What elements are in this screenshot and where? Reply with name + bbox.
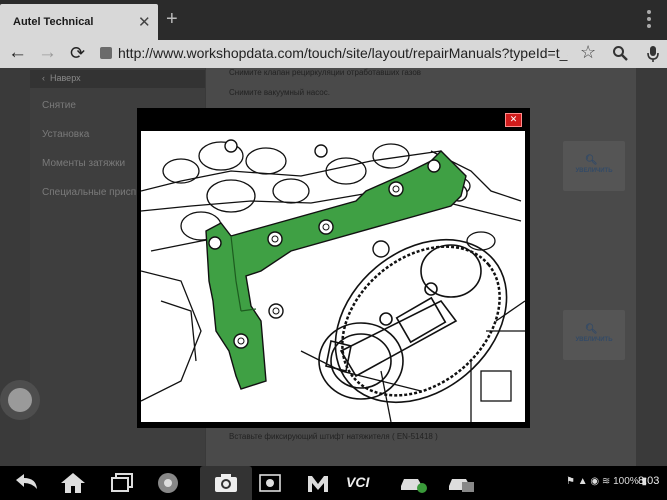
microphone-icon[interactable]	[646, 45, 660, 63]
sidebar-item-torque[interactable]: Моменты затяжки	[42, 158, 125, 169]
camera-icon	[215, 474, 237, 492]
back-arrow-icon[interactable]: ←	[8, 42, 27, 64]
zoom-button[interactable]: 🔍︎ УВЕЛИЧИТЬ	[563, 310, 625, 360]
android-nav-bar: VCI ⚑ ▲ ◉ ≋ 100% ▮ 8:03	[0, 466, 667, 500]
instruction-line: Снимите клапан рециркуляции отработавших…	[229, 68, 422, 77]
timing-tool-diagram	[141, 131, 525, 422]
engine-illustration	[141, 131, 525, 422]
clock: 8:03	[638, 475, 660, 487]
back-label: ‹ Наверх	[42, 73, 81, 83]
instruction-line: Вставьте фиксирующий штифт натяжителя ( …	[229, 432, 438, 441]
overflow-menu-icon[interactable]	[646, 10, 652, 30]
vci-icon[interactable]: VCI	[346, 474, 369, 490]
magnifier-icon: 🔍︎	[585, 324, 598, 335]
magnifier-icon: 🔍︎	[585, 155, 598, 166]
browser-tab[interactable]: Autel Technical ✕	[0, 4, 158, 40]
sidebar-item-special-tools[interactable]: Специальные присп	[42, 187, 136, 198]
reload-icon[interactable]: ⟳	[70, 42, 85, 64]
chrome-icon[interactable]	[156, 472, 180, 494]
back-icon[interactable]	[14, 472, 40, 492]
url-input[interactable]: http://www.workshopdata.com/touch/site/l…	[118, 45, 568, 61]
site-icon	[100, 47, 112, 59]
screenshot-button[interactable]	[200, 466, 252, 500]
home-icon[interactable]	[60, 472, 86, 494]
tab-close-button[interactable]: ✕	[138, 13, 151, 31]
zoom-label: УВЕЛИЧИТЬ	[575, 337, 613, 343]
image-modal: ✕	[137, 108, 530, 428]
sidebar-back-button[interactable]: ‹ Наверх	[30, 70, 205, 88]
data-logging-car-icon[interactable]	[446, 472, 476, 494]
sidebar-item-installation[interactable]: Установка	[42, 129, 89, 140]
modal-close-button[interactable]: ✕	[505, 113, 522, 127]
zoom-label: УВЕЛИЧИТЬ	[575, 168, 613, 174]
search-icon[interactable]	[612, 45, 628, 61]
new-tab-button[interactable]: +	[166, 8, 178, 31]
sidebar-item-removal[interactable]: Снятие	[42, 100, 76, 111]
floating-assist-button[interactable]	[0, 380, 40, 420]
maxisys-home-icon[interactable]	[306, 472, 330, 494]
url-bar: ← → ⟳ http://www.workshopdata.com/touch/…	[0, 40, 667, 68]
battery-status: ⚑ ▲ ◉ ≋ 100% ▮	[566, 476, 647, 487]
remote-car-icon[interactable]	[398, 472, 428, 494]
forward-arrow-icon[interactable]: →	[38, 42, 57, 64]
brightness-icon[interactable]	[258, 472, 282, 494]
tab-bar: Autel Technical ✕ +	[0, 0, 667, 40]
tab-title: Autel Technical	[13, 16, 94, 28]
recent-apps-icon[interactable]	[110, 472, 134, 494]
instruction-line: Снимите вакуумный насос.	[229, 88, 330, 97]
bookmark-star-icon[interactable]: ☆	[580, 42, 596, 63]
zoom-button[interactable]: 🔍︎ УВЕЛИЧИТЬ	[563, 141, 625, 191]
